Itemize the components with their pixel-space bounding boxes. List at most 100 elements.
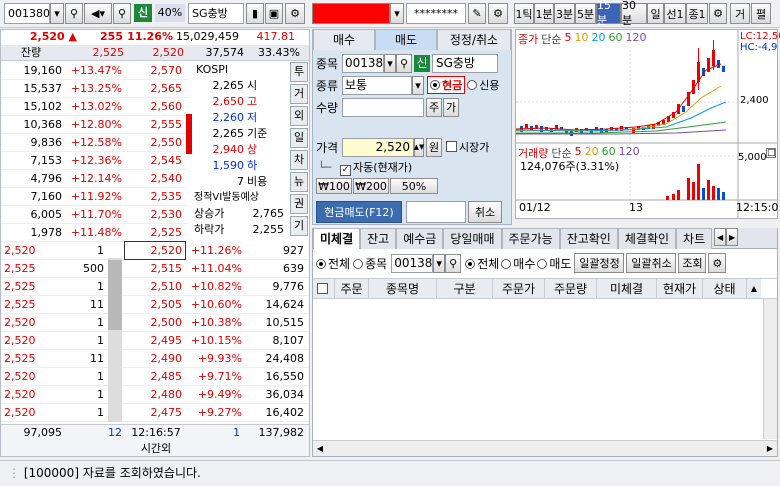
period-close1[interactable]: 종1 [686, 3, 708, 24]
tab-modify-cancel[interactable]: 정정/취소 [437, 29, 511, 50]
period-30min[interactable]: 30분 [621, 0, 647, 27]
bid-price[interactable]: 2,480 [125, 386, 185, 403]
side-tab[interactable]: 거 [290, 84, 308, 104]
ask-price[interactable]: 2,535 [125, 188, 185, 205]
memo-button[interactable]: ▮ [246, 3, 264, 24]
side-tab[interactable]: 권 [290, 194, 308, 214]
tab-daily-trades[interactable]: 당일매매 [443, 228, 502, 249]
ask-row[interactable]: 7,153 +12.36% 2,545 [1, 152, 187, 170]
ask-price[interactable]: 2,525 [125, 224, 185, 241]
filter-search-button[interactable]: ⚲ [445, 253, 462, 273]
submit-blank-field[interactable] [406, 201, 466, 223]
side-all-radio[interactable]: 전체 [465, 255, 499, 272]
tab-balance[interactable]: 잔고 [360, 228, 397, 249]
won-button[interactable]: 원 [426, 137, 442, 157]
qty-input[interactable] [342, 97, 424, 117]
scroll-up-arrow[interactable]: ▲ [747, 279, 761, 298]
edit-button[interactable]: ✎ [468, 3, 486, 24]
cash-sell-button[interactable]: 현금매도(F12) [316, 201, 402, 223]
period-3min[interactable]: 3분 [554, 3, 575, 24]
order-book-scrollbar[interactable] [108, 258, 122, 422]
bid-row[interactable]: 2,525 500 2,515 +11.04% 639 [1, 260, 309, 278]
orders-hscrollbar[interactable]: ◀ ▶ [313, 440, 777, 456]
order-code-dropdown[interactable]: ▾ [384, 53, 396, 73]
side-sell-radio[interactable]: 매도 [537, 255, 571, 272]
bid-price[interactable]: 2,475 [125, 404, 185, 421]
ask-price[interactable]: 2,550 [125, 134, 185, 151]
tab-unfilled[interactable]: 미체결 [313, 228, 361, 249]
bottom-settings-button[interactable]: ⚙ [708, 253, 727, 273]
order-type-dropdown[interactable]: ▾ [412, 75, 424, 95]
order-search-button[interactable]: ⚲ [396, 53, 412, 73]
tab-buy[interactable]: 매수 [313, 29, 375, 50]
ask-row[interactable]: 19,160 +13.47% 2,570 [1, 62, 187, 80]
side-tab[interactable]: 투 [290, 62, 308, 82]
auto-price-checkbox[interactable]: ✓ 자동(현재가) [340, 159, 412, 176]
scroll-left-arrow[interactable]: ◀ [313, 441, 327, 456]
cash-radio[interactable]: 현금 [427, 76, 466, 94]
bid-row[interactable]: 2,520 1 2,475 +9.27% 16,402 [1, 404, 309, 422]
search-button[interactable]: ⚲ [65, 3, 83, 24]
side-tab[interactable]: 일 [290, 128, 308, 148]
ask-price[interactable]: 2,570 [125, 62, 185, 79]
tab-orderable[interactable]: 주문가능 [501, 228, 560, 249]
bid-price[interactable]: 2,510 [125, 278, 185, 295]
settings-button-chart[interactable]: ⚙ [709, 3, 727, 24]
tabs-prev-button[interactable]: ◀ [714, 228, 727, 246]
bid-row[interactable]: 2,520 1 2,480 +9.49% 36,034 [1, 386, 309, 404]
account-field[interactable] [312, 3, 390, 24]
bid-row[interactable]: 2,520 1 2,520 +11.26% 927 [1, 241, 309, 260]
period-line1[interactable]: 선1 [664, 3, 686, 24]
period-15min[interactable]: 15분 [596, 0, 621, 27]
ask-row[interactable]: 4,796 +12.14% 2,540 [1, 170, 187, 188]
ask-row[interactable]: 10,368 +12.80% 2,555 [1, 116, 187, 134]
settings-button[interactable]: ⚙ [285, 3, 305, 24]
price-stepper[interactable]: ▲▼ [414, 137, 424, 157]
cancel-button[interactable]: 취소 [468, 201, 502, 223]
amount-200-button[interactable]: ₩200 [353, 178, 389, 194]
batch-modify-button[interactable]: 일괄정정 [574, 253, 625, 273]
amount-100-button[interactable]: ₩100 [316, 178, 352, 194]
period-1tick[interactable]: 1틱 [514, 3, 534, 24]
orders-scrollbar[interactable] [763, 299, 777, 439]
expand-button[interactable]: 펼 [751, 3, 771, 24]
bid-price[interactable]: 2,495 [125, 332, 185, 349]
credit-radio[interactable]: 신용 [467, 77, 500, 93]
period-day[interactable]: 일 [647, 3, 664, 24]
ask-row[interactable]: 6,005 +11.70% 2,530 [1, 206, 187, 224]
ask-price[interactable]: 2,560 [125, 98, 185, 115]
price-chart[interactable] [515, 29, 778, 219]
filter-code-dropdown[interactable]: ▾ [433, 253, 446, 273]
stock-code-input[interactable]: 001380 [4, 3, 50, 24]
side-tab[interactable]: 뉴 [290, 172, 308, 192]
chart-collapse-button[interactable]: □ [766, 148, 776, 158]
side-tab[interactable]: 차 [290, 150, 308, 170]
order-code-input[interactable]: 001380 [342, 53, 391, 73]
batch-cancel-button[interactable]: 일괄취소 [626, 253, 677, 273]
tab-fill-check[interactable]: 체결확인 [617, 228, 677, 249]
period-5min[interactable]: 5분 [575, 3, 596, 24]
bid-price[interactable]: 2,520 [124, 241, 186, 260]
search-button-2[interactable]: ⚲ [113, 3, 131, 24]
after-hours-label[interactable]: 시간외 [125, 441, 187, 457]
link-button[interactable]: ▣ [265, 3, 283, 24]
bid-row[interactable]: 2,525 11 2,505 +10.60% 14,624 [1, 296, 309, 314]
period-1min[interactable]: 1분 [534, 3, 554, 24]
scroll-right-arrow[interactable]: ▶ [763, 441, 777, 456]
bid-price[interactable]: 2,500 [125, 314, 185, 331]
ask-row[interactable]: 7,160 +11.92% 2,535 [1, 188, 187, 206]
price-input[interactable]: 2,520 [342, 137, 414, 157]
side-tab[interactable]: 외 [290, 106, 308, 126]
ask-row[interactable]: 9,836 +12.58% 2,550 [1, 134, 187, 152]
ask-price[interactable]: 2,565 [125, 80, 185, 97]
ask-price[interactable]: 2,545 [125, 152, 185, 169]
bid-price[interactable]: 2,490 [125, 350, 185, 367]
bid-row[interactable]: 2,520 1 2,495 +10.15% 8,107 [1, 332, 309, 350]
tab-chart[interactable]: 차트 [676, 228, 713, 249]
bid-row[interactable]: 2,525 11 2,490 +9.93% 24,408 [1, 350, 309, 368]
bid-price[interactable]: 2,505 [125, 296, 185, 313]
qty-add-button[interactable]: 가 [443, 97, 459, 117]
market-price-checkbox[interactable]: 시장가 [446, 139, 489, 155]
filter-code-radio[interactable]: 종목 [353, 255, 387, 272]
tab-balance-check[interactable]: 잔고확인 [559, 228, 618, 249]
